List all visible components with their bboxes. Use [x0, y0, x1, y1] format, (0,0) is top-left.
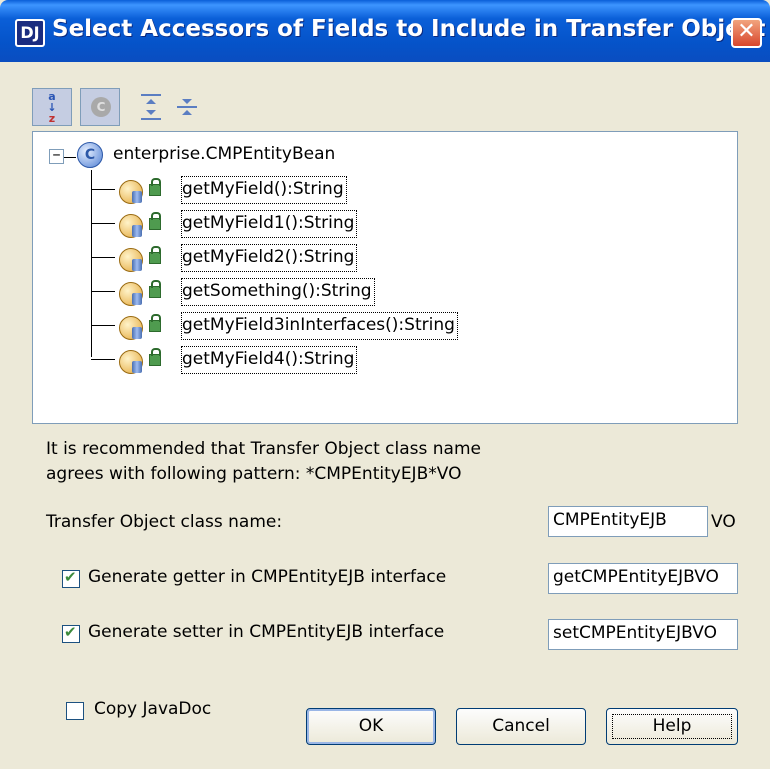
setter-name-input[interactable]: setCMPEntityEJBVO: [548, 619, 738, 650]
copy-javadoc-checkbox[interactable]: [66, 702, 84, 720]
expand-all-button[interactable]: [134, 88, 166, 126]
collapse-all-button[interactable]: [170, 88, 202, 126]
app-icon: DJ: [15, 19, 45, 47]
focus-ring: [612, 714, 732, 739]
lock-icon: [149, 246, 161, 264]
tree-connector: [91, 325, 115, 326]
ok-button[interactable]: OK: [306, 708, 436, 745]
method-icon: [119, 316, 143, 340]
method-label[interactable]: getSomething():String: [181, 278, 375, 306]
lock-icon: [149, 348, 161, 366]
tree-connector: [64, 157, 76, 158]
lock-icon: [149, 314, 161, 332]
title-bar[interactable]: DJ Select Accessors of Fields to Include…: [0, 0, 770, 62]
dialog-window: DJ Select Accessors of Fields to Include…: [0, 0, 770, 769]
class-icon: C: [77, 142, 103, 168]
tree-row[interactable]: getSomething():String: [33, 274, 737, 308]
class-name-input[interactable]: CMPEntityEJB: [548, 506, 708, 537]
copy-javadoc-label: Copy JavaDoc: [94, 699, 212, 719]
lock-icon: [149, 178, 161, 196]
sort-alpha-icon: a ↓ z: [47, 90, 57, 125]
class-name-suffix: VO: [711, 512, 736, 532]
method-label[interactable]: getMyField1():String: [181, 210, 358, 238]
tree-connector: [91, 223, 115, 224]
method-icon: [119, 350, 143, 374]
tree-connector: [91, 257, 115, 258]
generate-setter-checkbox[interactable]: [62, 623, 80, 643]
expand-all-icon: [141, 94, 161, 120]
lock-icon: [149, 280, 161, 298]
method-icon: [119, 214, 143, 238]
getter-name-input[interactable]: getCMPEntityEJBVO: [548, 563, 738, 594]
hide-inherited-button[interactable]: C: [80, 88, 120, 126]
generate-setter-label: Generate setter in CMPEntityEJB interfac…: [88, 622, 445, 642]
sort-alphabetically-button[interactable]: a ↓ z: [32, 88, 72, 126]
tree-connector: [91, 189, 115, 190]
cancel-button-label: Cancel: [492, 716, 550, 736]
method-label[interactable]: getMyField2():String: [181, 244, 358, 272]
class-name-label: Transfer Object class name:: [46, 512, 283, 532]
generate-getter-label: Generate getter in CMPEntityEJB interfac…: [88, 567, 447, 587]
cancel-button[interactable]: Cancel: [456, 708, 586, 745]
method-icon: [119, 180, 143, 204]
help-button[interactable]: Help: [606, 708, 738, 745]
lock-icon: [149, 212, 161, 230]
dialog-title: Select Accessors of Fields to Include in…: [52, 16, 766, 42]
tree-row[interactable]: getMyField3inInterfaces():String: [33, 308, 737, 342]
method-label[interactable]: getMyField4():String: [181, 346, 358, 374]
generate-getter-checkbox[interactable]: [62, 568, 80, 588]
tree-row[interactable]: getMyField():String: [33, 172, 737, 206]
close-button[interactable]: ✕: [731, 18, 762, 48]
method-icon: [119, 248, 143, 272]
tree-row[interactable]: getMyField4():String: [33, 342, 737, 376]
collapse-toggle[interactable]: −: [49, 149, 64, 164]
collapse-all-icon: [177, 99, 197, 115]
tree-row[interactable]: getMyField1():String: [33, 206, 737, 240]
tree-connector: [91, 291, 115, 292]
method-label[interactable]: getMyField():String: [181, 176, 347, 204]
tree-connector: [91, 359, 115, 360]
ok-button-label: OK: [358, 716, 384, 736]
accessor-tree[interactable]: − C enterprise.CMPEntityBean getMyField(…: [32, 131, 738, 424]
method-label[interactable]: getMyField3inInterfaces():String: [181, 312, 458, 340]
class-filter-icon: C: [91, 97, 111, 117]
info-text-line1: It is recommended that Transfer Object c…: [46, 439, 481, 459]
method-icon: [119, 282, 143, 306]
info-text-line2: agrees with following pattern: *CMPEntit…: [46, 464, 462, 484]
root-class-label[interactable]: enterprise.CMPEntityBean: [113, 144, 335, 164]
tree-row[interactable]: getMyField2():String: [33, 240, 737, 274]
